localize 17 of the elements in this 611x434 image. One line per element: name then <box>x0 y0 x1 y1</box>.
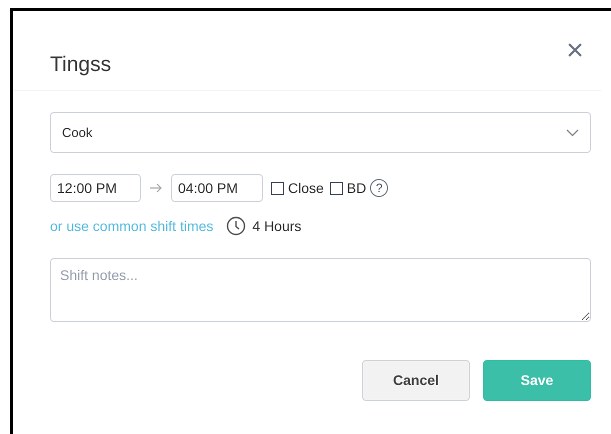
notes-field[interactable]: Shift notes... <box>50 258 591 322</box>
close-button[interactable]: × <box>563 39 587 63</box>
checkbox-label: BD <box>346 178 366 198</box>
checkbox-label: Close <box>288 178 324 198</box>
chevron-down-icon <box>566 128 579 136</box>
checkbox[interactable] <box>330 182 343 194</box>
start-time-field[interactable]: 12:00 PM <box>50 174 141 202</box>
select-value: Cook <box>62 124 92 142</box>
checkbox[interactable] <box>271 182 284 194</box>
role-select[interactable]: Cook <box>50 112 591 153</box>
duration-text: 4 Hours <box>252 216 302 236</box>
end-time-field[interactable]: 04:00 PM <box>171 174 263 202</box>
cancel-button[interactable]: Cancel <box>362 360 470 401</box>
clock-icon <box>226 216 246 236</box>
arrow-right-icon <box>149 183 163 193</box>
dialog-title: Tingss <box>50 53 112 76</box>
help-icon[interactable]: ? <box>370 179 388 197</box>
